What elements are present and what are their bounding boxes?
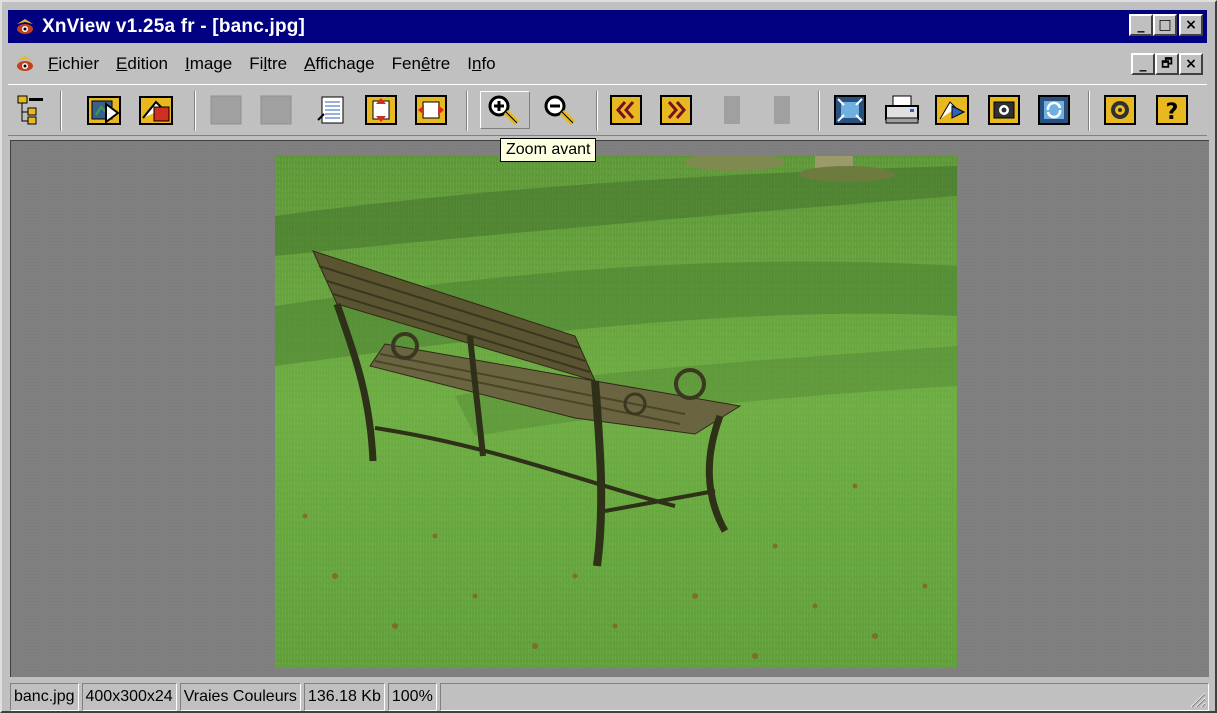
status-filename: banc.jpg xyxy=(10,683,79,711)
disabled-button-1[interactable] xyxy=(208,92,244,128)
settings-icon xyxy=(1104,95,1136,125)
browser-button[interactable] xyxy=(12,92,48,128)
help-button[interactable]: ? xyxy=(1154,92,1190,128)
flip-vertical-button[interactable] xyxy=(363,92,399,128)
restore-icon: 🗗 xyxy=(1161,55,1173,70)
bench-image xyxy=(275,156,957,668)
browser-tree-icon xyxy=(17,95,43,125)
status-bar: banc.jpg 400x300x24 Vraies Couleurs 136.… xyxy=(10,683,1209,711)
properties-button[interactable] xyxy=(313,92,349,128)
save-button[interactable] xyxy=(138,92,174,128)
mdi-restore-button[interactable]: 🗗 xyxy=(1155,53,1179,75)
toolbar: ? xyxy=(8,84,1207,136)
print-button[interactable] xyxy=(884,92,920,128)
fullscreen-button[interactable] xyxy=(832,92,868,128)
disabled-button-icon xyxy=(210,95,242,125)
settings-button[interactable] xyxy=(1102,92,1138,128)
zoom-in-button[interactable] xyxy=(480,91,530,129)
mdi-close-button[interactable]: × xyxy=(1179,53,1203,75)
mdi-minimize-button[interactable]: _ xyxy=(1131,53,1155,75)
close-button[interactable]: × xyxy=(1179,14,1203,36)
flip-horizontal-icon xyxy=(415,95,447,125)
status-file-size: 136.18 Kb xyxy=(303,683,385,711)
previous-image-icon xyxy=(610,95,642,125)
minimize-icon: _ xyxy=(1137,17,1145,33)
title-bar[interactable]: XnView v1.25a fr - [banc.jpg] _ □ × xyxy=(8,10,1207,43)
save-file-icon xyxy=(139,96,173,125)
disabled-button-3[interactable] xyxy=(714,92,750,128)
menu-filtre[interactable]: Filtre xyxy=(249,54,287,74)
svg-text:?: ? xyxy=(1166,100,1179,125)
window-title: XnView v1.25a fr - [banc.jpg] xyxy=(42,15,306,37)
open-button[interactable] xyxy=(86,92,122,128)
bench-photo xyxy=(275,156,957,668)
xnview-logo-icon xyxy=(17,18,33,34)
fullscreen-icon xyxy=(834,95,866,125)
disabled-button-icon xyxy=(724,96,740,124)
close-icon: × xyxy=(1185,17,1197,33)
next-image-button[interactable] xyxy=(658,92,694,128)
disabled-button-4[interactable] xyxy=(764,92,800,128)
flip-horizontal-button[interactable] xyxy=(413,92,449,128)
image-viewer-area[interactable] xyxy=(10,140,1209,677)
refresh-icon xyxy=(1038,95,1070,125)
close-icon: × xyxy=(1185,56,1197,72)
status-zoom: 100% xyxy=(387,683,437,711)
menu-bar: Fichier Edition Image Filtre Affichage F… xyxy=(8,47,1207,81)
minimize-button[interactable]: _ xyxy=(1129,14,1153,36)
app-window: XnView v1.25a fr - [banc.jpg] _ □ × Fich… xyxy=(0,0,1217,713)
previous-image-button[interactable] xyxy=(608,92,644,128)
properties-icon xyxy=(317,96,344,124)
zoom-in-tooltip: Zoom avant xyxy=(500,138,597,162)
menu-edition[interactable]: Edition xyxy=(116,54,168,74)
zoom-out-button[interactable] xyxy=(538,92,584,128)
minimize-icon: _ xyxy=(1139,56,1147,72)
open-file-icon xyxy=(87,96,121,125)
convert-button[interactable] xyxy=(934,92,970,128)
disabled-button-2[interactable] xyxy=(258,92,294,128)
help-icon: ? xyxy=(1156,95,1188,125)
maximize-button[interactable]: □ xyxy=(1153,14,1177,36)
refresh-button[interactable] xyxy=(1036,92,1072,128)
status-dimensions: 400x300x24 xyxy=(81,683,177,711)
menu-image[interactable]: Image xyxy=(185,54,232,74)
flip-vertical-icon xyxy=(365,95,397,125)
zoom-in-icon xyxy=(488,95,520,126)
maximize-icon: □ xyxy=(1158,17,1172,33)
menu-fenetre[interactable]: Fenêtre xyxy=(392,54,451,74)
zoom-out-icon xyxy=(544,95,576,126)
menu-affichage[interactable]: Affichage xyxy=(304,54,375,74)
next-image-icon xyxy=(660,95,692,125)
disabled-button-icon xyxy=(774,96,790,124)
capture-icon xyxy=(988,95,1020,125)
status-color-mode: Vraies Couleurs xyxy=(179,683,301,711)
document-system-icon[interactable] xyxy=(14,53,36,75)
print-icon xyxy=(885,95,919,124)
menu-fichier[interactable]: Fichier xyxy=(48,54,99,74)
menu-info[interactable]: Info xyxy=(467,54,495,74)
disabled-button-icon xyxy=(260,95,292,125)
status-empty-pane xyxy=(439,683,1209,711)
convert-icon xyxy=(935,95,969,125)
resize-grip-icon[interactable] xyxy=(1188,690,1206,708)
capture-button[interactable] xyxy=(986,92,1022,128)
